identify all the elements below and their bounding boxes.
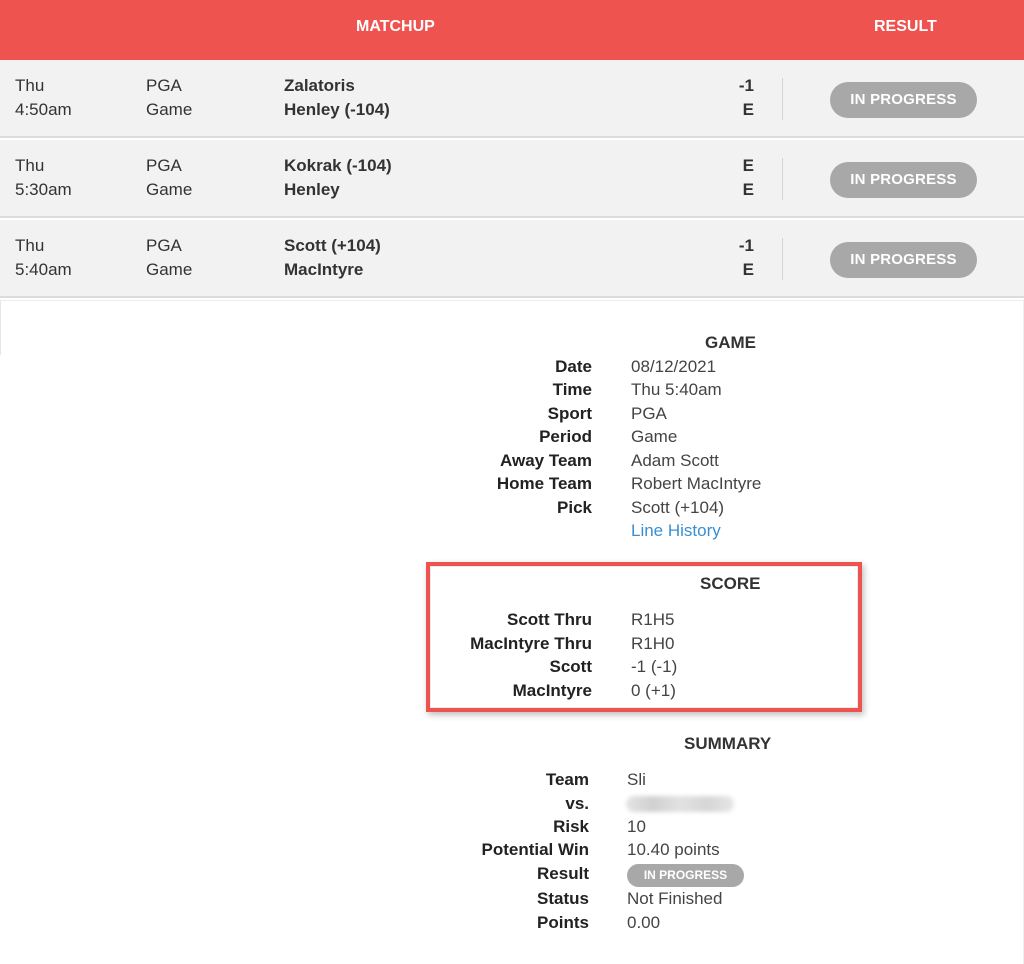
table-row[interactable]: Thu 5:40am PGA Game Scott (+104) MacInty…: [0, 220, 1024, 298]
matchup-teams: Kokrak (-104) Henley: [284, 154, 392, 202]
status-label: Status: [537, 889, 589, 908]
divider: [782, 238, 783, 280]
result-badge: IN PROGRESS: [830, 242, 977, 278]
matchup-scores: -1 E: [700, 234, 754, 282]
game-time: Thu 5:30am: [15, 154, 72, 202]
game-sport: PGA Game: [146, 234, 192, 282]
team-1: Zalatoris: [284, 76, 355, 95]
time-label: Time: [552, 380, 592, 399]
table-header: MATCHUP RESULT: [0, 0, 1024, 60]
scott-score-label: Scott: [549, 657, 593, 676]
away-team-label: Away Team: [500, 451, 592, 470]
pick-label: Pick: [557, 498, 592, 517]
score-1: -1: [738, 76, 754, 95]
matchup-teams: Scott (+104) MacIntyre: [284, 234, 381, 282]
period-name: Game: [146, 180, 193, 199]
macintyre-score-value: 0 (+1): [631, 681, 676, 700]
away-team-value: Adam Scott: [631, 451, 719, 470]
game-sport: PGA Game: [146, 154, 192, 202]
redacted-opponent-name: [626, 796, 734, 812]
team-1: Kokrak (-104): [284, 156, 392, 175]
game-section-title: GAME: [705, 333, 756, 352]
points-value: 0.00: [627, 913, 661, 932]
sport-label: Sport: [547, 404, 592, 423]
period-value: Game: [631, 427, 678, 446]
team-value: Sli: [627, 770, 646, 789]
sport-value: PGA: [631, 404, 667, 423]
team-label: Team: [545, 770, 589, 789]
team-2: Henley (-104): [284, 100, 390, 119]
vs-label: vs.: [565, 794, 589, 813]
points-label: Points: [537, 913, 589, 932]
macintyre-score-label: MacIntyre: [512, 681, 592, 700]
matchup-column-header: MATCHUP: [356, 18, 435, 35]
period-name: Game: [146, 100, 193, 119]
score-2: E: [742, 100, 754, 119]
line-history-link[interactable]: Line History: [631, 521, 721, 541]
sport-name: PGA: [146, 236, 182, 255]
summary-section-title: SUMMARY: [684, 734, 772, 753]
result-badge: IN PROGRESS: [830, 82, 977, 118]
potential-win-value: 10.40 points: [627, 840, 720, 859]
result-column-header: RESULT: [874, 18, 937, 35]
matchup-teams: Zalatoris Henley (-104): [284, 74, 390, 122]
date-label: Date: [555, 357, 592, 376]
period-name: Game: [146, 260, 193, 279]
score-1: E: [742, 156, 754, 175]
game-time: Thu 4:50am: [15, 74, 72, 122]
game-clock: 5:40am: [15, 260, 72, 279]
result-badge: IN PROGRESS: [830, 162, 977, 198]
panel-edge: [0, 301, 1, 355]
risk-value: 10: [627, 817, 646, 836]
matchup-scores: -1 E: [700, 74, 754, 122]
pick-value: Scott (+104): [631, 498, 725, 517]
time-value: Thu 5:40am: [631, 380, 722, 399]
game-day: Thu: [15, 236, 45, 255]
date-value: 08/12/2021: [631, 357, 717, 376]
home-team-value: Robert MacIntyre: [631, 474, 762, 493]
divider: [782, 158, 783, 200]
team-2: MacIntyre: [284, 260, 364, 279]
team-2: Henley: [284, 180, 340, 199]
sport-name: PGA: [146, 76, 182, 95]
scott-thru-value: R1H5: [631, 610, 675, 629]
game-day: Thu: [15, 76, 45, 95]
macintyre-thru-value: R1H0: [631, 634, 675, 653]
macintyre-thru-label: MacIntyre Thru: [470, 634, 592, 653]
home-team-label: Home Team: [496, 474, 592, 493]
status-value: Not Finished: [627, 889, 723, 908]
matchup-scores: E E: [700, 154, 754, 202]
table-row[interactable]: Thu 5:30am PGA Game Kokrak (-104) Henley…: [0, 140, 1024, 218]
table-row[interactable]: Thu 4:50am PGA Game Zalatoris Henley (-1…: [0, 60, 1024, 138]
divider: [782, 78, 783, 120]
result-label: Result: [537, 864, 589, 883]
period-label: Period: [539, 427, 592, 446]
team-1: Scott (+104): [284, 236, 381, 255]
sport-name: PGA: [146, 156, 182, 175]
risk-label: Risk: [553, 817, 589, 836]
game-time: Thu 5:40am: [15, 234, 72, 282]
result-status-badge: IN PROGRESS: [627, 864, 744, 887]
scott-thru-label: Scott Thru: [507, 610, 592, 629]
game-day: Thu: [15, 156, 45, 175]
score-2: E: [742, 180, 754, 199]
scott-score-value: -1 (-1): [631, 657, 678, 676]
score-section-title: SCORE: [700, 574, 761, 593]
game-clock: 4:50am: [15, 100, 72, 119]
game-clock: 5:30am: [15, 180, 72, 199]
potential-win-label: Potential Win: [481, 840, 589, 859]
score-1: -1: [738, 236, 754, 255]
game-sport: PGA Game: [146, 74, 192, 122]
score-2: E: [742, 260, 754, 279]
